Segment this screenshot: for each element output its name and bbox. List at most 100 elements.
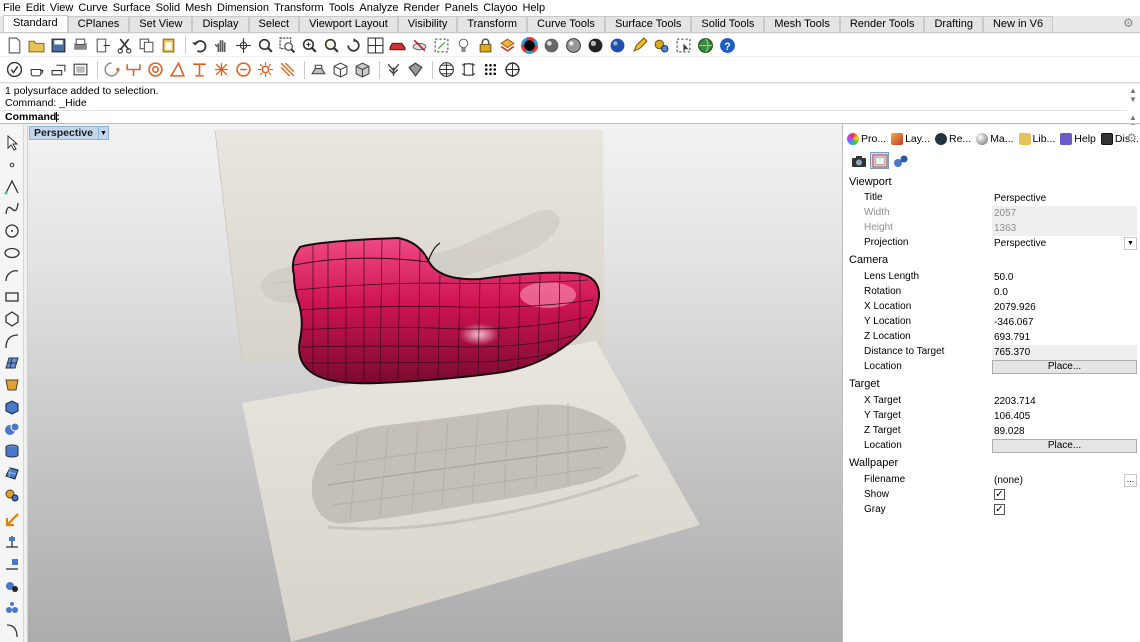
panel-tab-properties[interactable]: Pro...: [847, 133, 886, 145]
history-curve-icon[interactable]: [3, 621, 21, 639]
camera-place-button[interactable]: Place...: [992, 360, 1137, 374]
object-spheres-icon[interactable]: [891, 152, 910, 169]
four-viewports-icon[interactable]: [366, 36, 385, 55]
scene-3d-view[interactable]: [28, 125, 842, 642]
cylinder-icon[interactable]: [3, 442, 21, 460]
target-z-field[interactable]: 89.028: [992, 424, 1137, 439]
panel-tab-help[interactable]: Help: [1060, 133, 1096, 145]
target-place-button[interactable]: Place...: [992, 439, 1137, 453]
light-bulb-icon[interactable]: [454, 36, 473, 55]
tab-render-tools[interactable]: Render Tools: [839, 16, 925, 32]
teapot-icon[interactable]: [27, 60, 46, 79]
snap-point-icon[interactable]: [146, 60, 165, 79]
annotation-icon[interactable]: [3, 555, 21, 573]
menu-item-analyze[interactable]: Analyze: [359, 2, 401, 14]
rectangle-icon[interactable]: [3, 288, 21, 306]
snap-int-icon[interactable]: [212, 60, 231, 79]
teapot-copy-icon[interactable]: [49, 60, 68, 79]
tab-curve-tools[interactable]: Curve Tools: [527, 16, 605, 32]
export-icon[interactable]: [93, 36, 112, 55]
command-input[interactable]: Command:: [0, 110, 1127, 123]
layer-icon[interactable]: [498, 36, 517, 55]
polyline-icon[interactable]: [3, 178, 21, 196]
tab-surface-tools[interactable]: Surface Tools: [604, 16, 692, 32]
menu-item-clayoo[interactable]: Clayoo: [483, 2, 520, 14]
zoom-window-icon[interactable]: [278, 36, 297, 55]
save-icon[interactable]: [49, 36, 68, 55]
wallpaper-filename-field[interactable]: (none): [992, 473, 1137, 488]
snap-tan-icon[interactable]: [256, 60, 275, 79]
tab-settings-gear-icon[interactable]: ⚙: [1123, 17, 1136, 30]
circle-icon[interactable]: [3, 222, 21, 240]
surface-icon[interactable]: [3, 354, 21, 372]
mesh-icon[interactable]: [3, 464, 21, 482]
globe-icon[interactable]: [696, 36, 715, 55]
undo-view-icon[interactable]: [344, 36, 363, 55]
select-arrow-icon[interactable]: [3, 134, 21, 152]
rotation-field[interactable]: 0.0: [992, 285, 1137, 300]
camera-y-field[interactable]: -346.067: [992, 315, 1137, 330]
tab-mesh-tools[interactable]: Mesh Tools: [764, 16, 840, 32]
ellipse-icon[interactable]: [3, 244, 21, 262]
menu-item-render[interactable]: Render: [404, 2, 443, 14]
polygon-icon[interactable]: [3, 310, 21, 328]
menu-item-view[interactable]: View: [50, 2, 77, 14]
options-gears-icon[interactable]: [652, 36, 671, 55]
tab-cplanes[interactable]: CPlanes: [67, 16, 130, 32]
box-shaded-icon[interactable]: [353, 60, 372, 79]
solid-box-icon[interactable]: [3, 398, 21, 416]
snap-icon[interactable]: [432, 36, 451, 55]
open-folder-icon[interactable]: [27, 36, 46, 55]
menu-item-edit[interactable]: Edit: [26, 2, 48, 14]
chevron-down-icon[interactable]: ▼: [1124, 237, 1137, 250]
tab-visibility[interactable]: Visibility: [397, 16, 458, 32]
dots-icon[interactable]: [481, 60, 500, 79]
snap-end-icon[interactable]: [102, 60, 121, 79]
render-objects-icon[interactable]: [3, 577, 21, 595]
viewport-title-field[interactable]: Perspective: [992, 191, 1137, 206]
gray-wallpaper-checkbox[interactable]: ✓: [994, 504, 1005, 515]
render-sphere-icon[interactable]: [542, 36, 561, 55]
projection-select[interactable]: Perspective: [992, 236, 1137, 251]
tab-viewport-layout[interactable]: Viewport Layout: [299, 16, 398, 32]
menu-item-surface[interactable]: Surface: [113, 2, 154, 14]
copy-icon[interactable]: [137, 36, 156, 55]
panel-tab-materials[interactable]: Ma...: [976, 133, 1014, 145]
plant-icon[interactable]: [384, 60, 403, 79]
arc-icon[interactable]: [3, 266, 21, 284]
snap-mid-icon[interactable]: [168, 60, 187, 79]
menu-item-file[interactable]: File: [3, 2, 24, 14]
snap-near-icon[interactable]: [124, 60, 143, 79]
crosshair-icon[interactable]: [503, 60, 522, 79]
browse-ellipsis-button[interactable]: ...: [1124, 474, 1137, 487]
new-file-icon[interactable]: [5, 36, 24, 55]
transform-gears-icon[interactable]: [3, 486, 21, 504]
camera-icon[interactable]: [849, 152, 868, 169]
curve-network-icon[interactable]: [459, 60, 478, 79]
menu-item-curve[interactable]: Curve: [78, 2, 110, 14]
zoom-extents-icon[interactable]: [300, 36, 319, 55]
menu-item-help[interactable]: Help: [522, 2, 548, 14]
menu-item-solid[interactable]: Solid: [156, 2, 183, 14]
viewport-frame-icon[interactable]: [870, 152, 889, 169]
tab-set-view[interactable]: Set View: [129, 16, 193, 32]
camera-x-field[interactable]: 2079.926: [992, 300, 1137, 315]
panel-settings-gear-icon[interactable]: ⚙: [1126, 131, 1137, 145]
perspective-viewport[interactable]: Perspective ▼: [27, 125, 842, 642]
tab-standard[interactable]: Standard: [3, 15, 68, 32]
analyze-icon[interactable]: [3, 599, 21, 617]
undo-icon[interactable]: [190, 36, 209, 55]
material-icon[interactable]: [406, 60, 425, 79]
snap-quad-icon[interactable]: [278, 60, 297, 79]
tab-transform[interactable]: Transform: [457, 16, 528, 32]
menu-item-tools[interactable]: Tools: [329, 2, 358, 14]
display-window-icon[interactable]: [71, 60, 90, 79]
cut-icon[interactable]: [115, 36, 134, 55]
select-filter-icon[interactable]: [674, 36, 693, 55]
curve-icon[interactable]: [3, 200, 21, 218]
rendered-sphere-icon[interactable]: [586, 36, 605, 55]
panel-tab-layers[interactable]: Lay...: [891, 133, 930, 145]
rotate-view-icon[interactable]: [234, 36, 253, 55]
print-icon[interactable]: [71, 36, 90, 55]
target-y-field[interactable]: 106.405: [992, 409, 1137, 424]
